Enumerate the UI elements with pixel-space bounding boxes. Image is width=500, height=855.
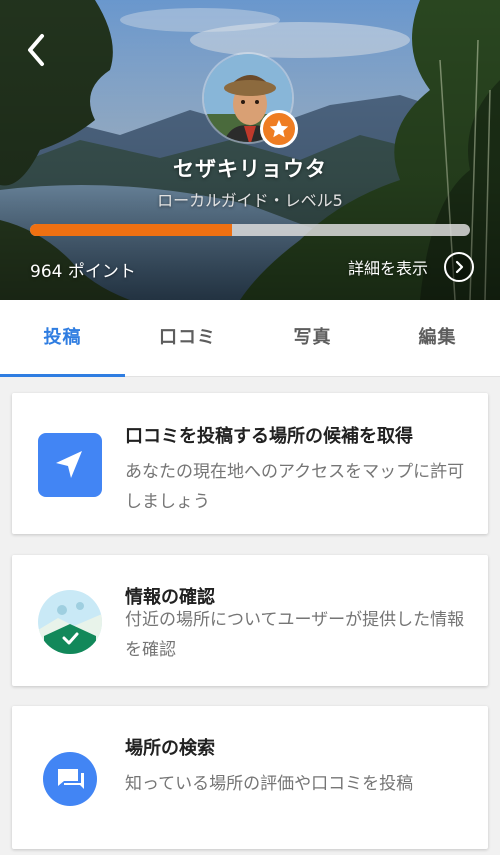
- card-description: あなたの現在地へのアクセスをマップに許可しましょう: [125, 462, 465, 512]
- show-details-button[interactable]: 詳細を表示: [348, 252, 474, 282]
- review-chat-icon: [38, 747, 102, 811]
- card-title: 口コミを投稿する場所の候補を取得: [125, 426, 413, 447]
- card-title: 場所の検索: [125, 738, 215, 759]
- profile-avatar[interactable]: [202, 52, 298, 148]
- points-count: 964 ポイント: [30, 262, 136, 282]
- local-guide-badge: [260, 110, 298, 148]
- navigation-arrow-icon: [38, 433, 102, 497]
- tab-posts[interactable]: 投稿: [0, 300, 125, 377]
- card-verify-info[interactable]: 情報の確認 付近の場所についてユーザーが提供した情報を確認: [12, 555, 488, 686]
- profile-name: セザキリョウタ: [173, 157, 327, 181]
- tab-edits[interactable]: 編集: [375, 300, 500, 376]
- guide-level: ローカルガイド・レベル5: [157, 191, 343, 210]
- star-icon: [269, 119, 289, 138]
- contribution-tabs: 投稿 口コミ 写真 編集: [0, 300, 500, 377]
- card-description: 知っている場所の評価や口コミを投稿: [125, 774, 414, 794]
- chevron-left-icon: [28, 34, 44, 66]
- card-description: 付近の場所についてユーザーが提供した情報を確認: [125, 610, 465, 660]
- tab-photos[interactable]: 写真: [250, 300, 375, 376]
- level-progress-fill: [30, 224, 233, 236]
- card-get-place-suggestions[interactable]: 口コミを投稿する場所の候補を取得 あなたの現在地へのアクセスをマップに許可しまし…: [12, 393, 488, 534]
- map-check-icon: [38, 590, 102, 654]
- back-button[interactable]: [20, 30, 56, 70]
- card-search-places[interactable]: 場所の検索 知っている場所の評価や口コミを投稿: [12, 706, 488, 849]
- chevron-right-icon: [444, 252, 474, 282]
- profile-header: セザキリョウタ ローカルガイド・レベル5 964 ポイント 詳細を表示: [0, 0, 500, 300]
- show-details-label: 詳細を表示: [347, 259, 428, 278]
- tab-reviews[interactable]: 口コミ: [125, 300, 250, 376]
- level-progress-bar: [30, 224, 470, 236]
